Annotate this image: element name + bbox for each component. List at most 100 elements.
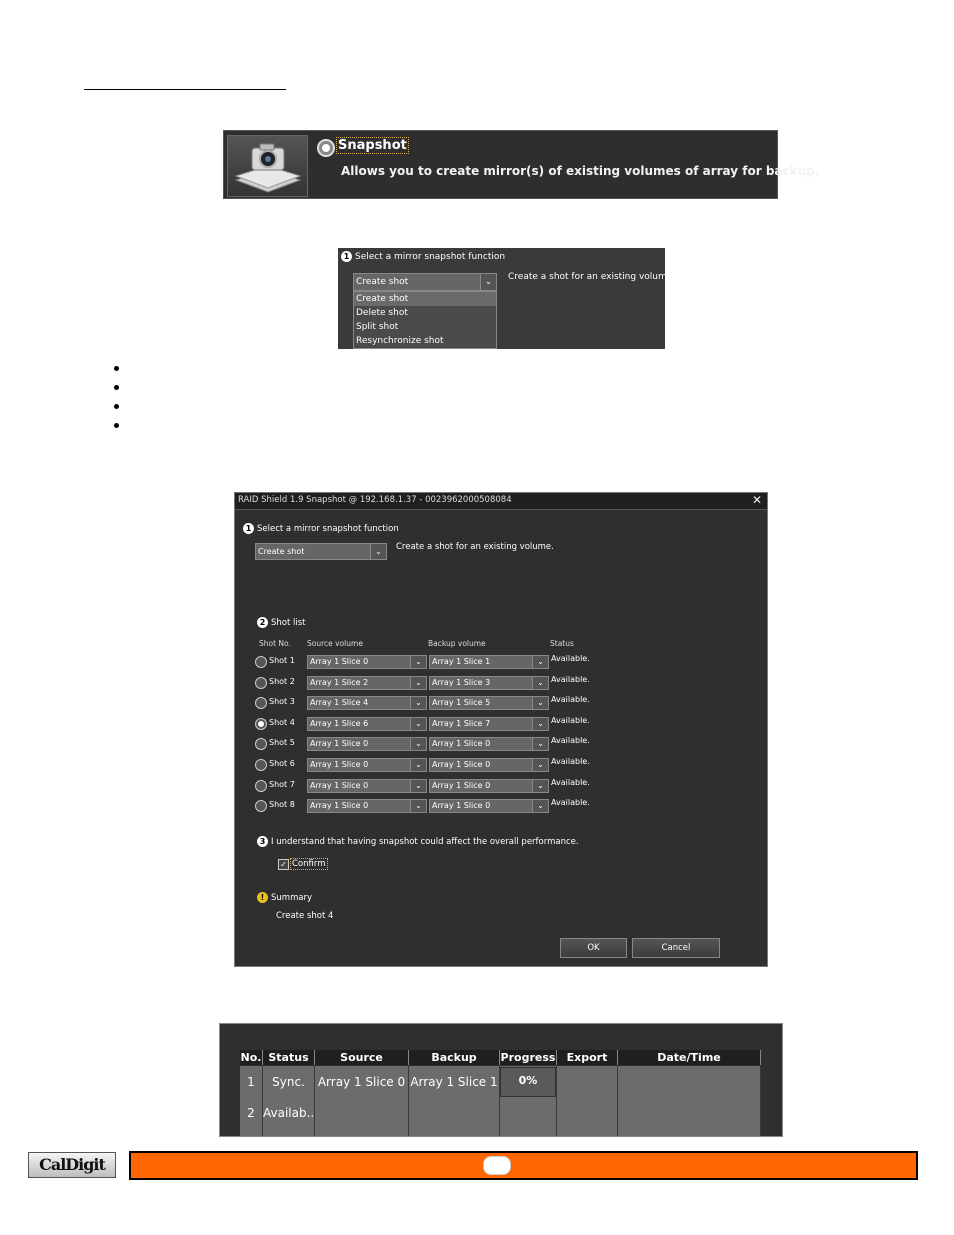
backup-volume-dropdown[interactable]: Array 1 Slice 1 ⌄	[429, 655, 549, 669]
cancel-button[interactable]: Cancel	[632, 938, 720, 958]
source-volume-dropdown[interactable]: Array 1 Slice 2 ⌄	[307, 676, 427, 690]
snapshot-dialog: RAID Shield 1.9 Snapshot @ 192.168.1.37 …	[234, 492, 768, 967]
step2-heading: 2 Shot list	[257, 617, 306, 628]
header-source: Source	[315, 1050, 409, 1065]
backup-volume-dropdown[interactable]: Array 1 Slice 5 ⌄	[429, 696, 549, 710]
chevron-down-icon: ⌄	[410, 780, 426, 792]
chevron-down-icon: ⌄	[532, 780, 548, 792]
source-volume-dropdown[interactable]: Array 1 Slice 0 ⌄	[307, 758, 427, 772]
step-number-badge: 1	[243, 523, 254, 534]
col-source: Array 1 Slice 0	[315, 1066, 409, 1136]
shot-name: Shot 2	[269, 677, 295, 686]
chevron-down-icon: ⌄	[532, 697, 548, 709]
dialog-titlebar: RAID Shield 1.9 Snapshot @ 192.168.1.37 …	[235, 493, 767, 510]
chevron-down-icon: ⌄	[410, 718, 426, 730]
snapshot-radio[interactable]	[317, 139, 335, 157]
function-option[interactable]: Create shot	[354, 292, 496, 306]
cell-backup: Array 1 Slice 1	[410, 1075, 498, 1089]
col-datetime	[618, 1066, 761, 1136]
shot-radio[interactable]	[255, 800, 267, 812]
function-option[interactable]: Delete shot	[354, 306, 496, 320]
shot-row: Shot 7 Array 1 Slice 0 ⌄ Array 1 Slice 0 ⌄ Av…	[255, 778, 595, 793]
shot-row: Shot 4 Array 1 Slice 6 ⌄ Array 1 Slice 7 ⌄ Av…	[255, 716, 595, 731]
shot-radio[interactable]	[255, 759, 267, 771]
function-dropdown[interactable]: Create shot ⌄	[353, 273, 497, 291]
function-dropdown[interactable]: Create shot ⌄	[255, 543, 387, 560]
source-volume-value: Array 1 Slice 6	[310, 719, 369, 728]
camera-icon	[227, 135, 308, 197]
source-volume-value: Array 1 Slice 0	[310, 781, 369, 790]
cell-no: 1	[247, 1075, 255, 1089]
chevron-down-icon: ⌄	[532, 800, 548, 812]
chevron-down-icon: ⌄	[410, 800, 426, 812]
shot-row: Shot 2 Array 1 Slice 2 ⌄ Array 1 Slice 3 ⌄ Av…	[255, 675, 595, 690]
step2-heading-text: Shot list	[271, 617, 306, 628]
backup-volume-dropdown[interactable]: Array 1 Slice 0 ⌄	[429, 799, 549, 813]
bullet	[114, 366, 119, 371]
backup-volume-value: Array 1 Slice 1	[432, 657, 491, 666]
shot-name: Shot 5	[269, 738, 295, 747]
dialog-title: RAID Shield 1.9 Snapshot @ 192.168.1.37 …	[238, 495, 512, 505]
function-select-panel: 1 Select a mirror snapshot function Creat…	[338, 248, 675, 349]
shot-row: Shot 8 Array 1 Slice 0 ⌄ Array 1 Slice 0 ⌄ Av…	[255, 798, 595, 813]
backup-volume-dropdown[interactable]: Array 1 Slice 0 ⌄	[429, 779, 549, 793]
shot-status: Available.	[551, 736, 590, 745]
chevron-down-icon: ⌄	[532, 718, 548, 730]
source-volume-dropdown[interactable]: Array 1 Slice 0 ⌄	[307, 737, 427, 751]
shot-radio[interactable]	[255, 780, 267, 792]
shot-radio[interactable]	[255, 738, 267, 750]
cell-source: Array 1 Slice 0	[317, 1075, 406, 1089]
backup-volume-dropdown[interactable]: Array 1 Slice 7 ⌄	[429, 717, 549, 731]
ok-button[interactable]: OK	[560, 938, 627, 958]
step3-heading-text: I understand that having snapshot could …	[271, 836, 579, 847]
col-backup: Backup volume	[428, 639, 486, 648]
source-volume-dropdown[interactable]: Array 1 Slice 0 ⌄	[307, 799, 427, 813]
chevron-down-icon: ⌄	[480, 274, 496, 290]
backup-volume-dropdown[interactable]: Array 1 Slice 0 ⌄	[429, 737, 549, 751]
step-number-badge: 2	[257, 617, 268, 628]
confirm-checkbox[interactable]: ✓	[278, 859, 289, 870]
shot-status: Available.	[551, 716, 590, 725]
heading-underline	[84, 89, 286, 90]
backup-volume-dropdown[interactable]: Array 1 Slice 3 ⌄	[429, 676, 549, 690]
function-description: Create a shot for an existing volume.	[508, 272, 676, 282]
step1-heading-text: Select a mirror snapshot function	[257, 523, 399, 534]
chevron-down-icon: ⌄	[370, 544, 386, 559]
shot-radio[interactable]	[255, 718, 267, 730]
close-icon[interactable]: ✕	[752, 493, 762, 507]
shot-row: Shot 5 Array 1 Slice 0 ⌄ Array 1 Slice 0 ⌄ Av…	[255, 736, 595, 751]
header-progress: Progress	[500, 1050, 557, 1065]
function-heading-text: Select a mirror snapshot function	[355, 251, 506, 262]
snapshot-status-table: No. Status Source Backup Progress Export…	[219, 1023, 783, 1137]
source-volume-value: Array 1 Slice 4	[310, 698, 369, 707]
shot-radio[interactable]	[255, 656, 267, 668]
header-export: Export	[557, 1050, 618, 1065]
confirm-label[interactable]: Confirm	[290, 858, 328, 870]
col-shot-no: Shot No.	[259, 639, 291, 648]
source-volume-dropdown[interactable]: Array 1 Slice 0 ⌄	[307, 655, 427, 669]
function-option[interactable]: Resynchronize shot	[354, 334, 496, 348]
source-volume-value: Array 1 Slice 0	[310, 739, 369, 748]
backup-volume-value: Array 1 Slice 5	[432, 698, 491, 707]
shot-row: Shot 6 Array 1 Slice 0 ⌄ Array 1 Slice 0 ⌄ Av…	[255, 757, 595, 772]
footer-bar	[129, 1151, 918, 1180]
source-volume-dropdown[interactable]: Array 1 Slice 4 ⌄	[307, 696, 427, 710]
source-volume-dropdown[interactable]: Array 1 Slice 0 ⌄	[307, 779, 427, 793]
chevron-down-icon: ⌄	[532, 738, 548, 750]
shot-radio[interactable]	[255, 697, 267, 709]
function-option[interactable]: Split shot	[354, 320, 496, 334]
shot-status: Available.	[551, 798, 590, 807]
cell-no: 2	[247, 1106, 255, 1120]
backup-volume-value: Array 1 Slice 0	[432, 781, 491, 790]
shot-name: Shot 3	[269, 697, 295, 706]
function-description: Create a shot for an existing volume.	[396, 542, 554, 552]
function-dropdown-value: Create shot	[258, 547, 305, 556]
chevron-down-icon: ⌄	[410, 759, 426, 771]
chevron-down-icon: ⌄	[410, 738, 426, 750]
shot-radio[interactable]	[255, 677, 267, 689]
shot-row: Shot 1 Array 1 Slice 0 ⌄ Array 1 Slice 1 ⌄ Av…	[255, 654, 595, 669]
step1-heading: 1 Select a mirror snapshot function	[243, 523, 399, 534]
snapshot-option-label[interactable]: Snapshot	[336, 137, 409, 154]
source-volume-dropdown[interactable]: Array 1 Slice 6 ⌄	[307, 717, 427, 731]
backup-volume-dropdown[interactable]: Array 1 Slice 0 ⌄	[429, 758, 549, 772]
